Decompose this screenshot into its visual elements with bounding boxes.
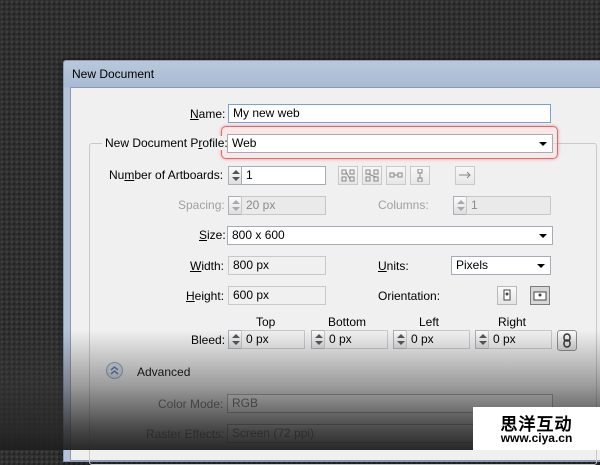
portrait-orientation-button[interactable] <box>497 286 517 305</box>
profile-label: New Document Profile: <box>102 136 231 150</box>
grid-by-column-icon[interactable] <box>362 166 382 185</box>
watermark-line2: www.ciya.cn <box>500 431 573 445</box>
name-input[interactable]: My new web <box>228 104 551 123</box>
chevron-down-icon <box>539 142 547 146</box>
advanced-label: Advanced <box>137 365 191 379</box>
chevron-down-icon <box>537 264 545 268</box>
landscape-orientation-button[interactable] <box>530 286 550 305</box>
bleed-header-bottom: Bottom <box>328 315 367 329</box>
bleed-top-input[interactable]: 0 px <box>241 330 305 349</box>
size-value: 800 x 600 <box>232 228 285 242</box>
columns-input: 1 <box>466 196 551 215</box>
profile-dropdown[interactable]: Web <box>227 134 553 153</box>
bleed-header-right: Right <box>498 315 527 329</box>
arrange-by-row-icon[interactable] <box>386 166 406 185</box>
spacing-input: 20 px <box>241 196 326 215</box>
bleed-bottom-input[interactable]: 0 px <box>324 330 388 349</box>
chevron-down-icon <box>539 234 547 238</box>
size-label: Size: <box>199 228 226 242</box>
artboards-input[interactable]: 1 <box>241 166 326 185</box>
bleed-left-stepper[interactable] <box>393 330 407 349</box>
bleed-label: Bleed: <box>191 333 226 347</box>
name-label: Name: <box>190 107 226 121</box>
width-input[interactable]: 800 px <box>228 256 326 275</box>
height-label: Height: <box>186 289 225 303</box>
bleed-header-left: Left <box>419 315 440 329</box>
units-label: Units: <box>378 259 409 273</box>
right-to-left-icon[interactable] <box>455 166 475 185</box>
color-mode-label: Color Mode: <box>158 397 224 411</box>
spacing-label: Spacing: <box>178 198 225 212</box>
raster-effects-value: Screen (72 ppi) <box>232 426 315 440</box>
artboards-label: Number of Artboards: <box>109 168 224 182</box>
bleed-right-stepper[interactable] <box>475 330 489 349</box>
color-mode-value: RGB <box>232 396 259 410</box>
raster-effects-label: Raster Effects: <box>146 427 225 441</box>
profile-value: Web <box>232 136 257 150</box>
watermark: 思洋互动 www.ciya.cn <box>473 407 600 450</box>
height-input[interactable]: 600 px <box>228 286 326 305</box>
dialog-title: New Document <box>72 67 155 81</box>
units-dropdown[interactable]: Pixels <box>451 256 551 275</box>
arrange-by-column-icon[interactable] <box>410 166 430 185</box>
columns-stepper <box>453 196 467 215</box>
columns-label: Columns: <box>378 198 429 212</box>
bleed-right-input[interactable]: 0 px <box>488 330 552 349</box>
bleed-header-top: Top <box>256 315 276 329</box>
grid-by-row-icon[interactable] <box>338 166 358 185</box>
link-bleed-icon[interactable] <box>557 330 577 351</box>
units-value: Pixels <box>456 258 489 272</box>
bleed-top-stepper[interactable] <box>228 330 242 349</box>
bleed-left-input[interactable]: 0 px <box>406 330 470 349</box>
artboards-stepper[interactable] <box>228 166 242 185</box>
size-dropdown[interactable]: 800 x 600 <box>227 226 553 245</box>
spacing-stepper <box>228 196 242 215</box>
advanced-toggle-button[interactable] <box>106 362 123 379</box>
orientation-label: Orientation: <box>378 289 441 303</box>
width-label: Width: <box>190 259 225 273</box>
bleed-bottom-stepper[interactable] <box>311 330 325 349</box>
